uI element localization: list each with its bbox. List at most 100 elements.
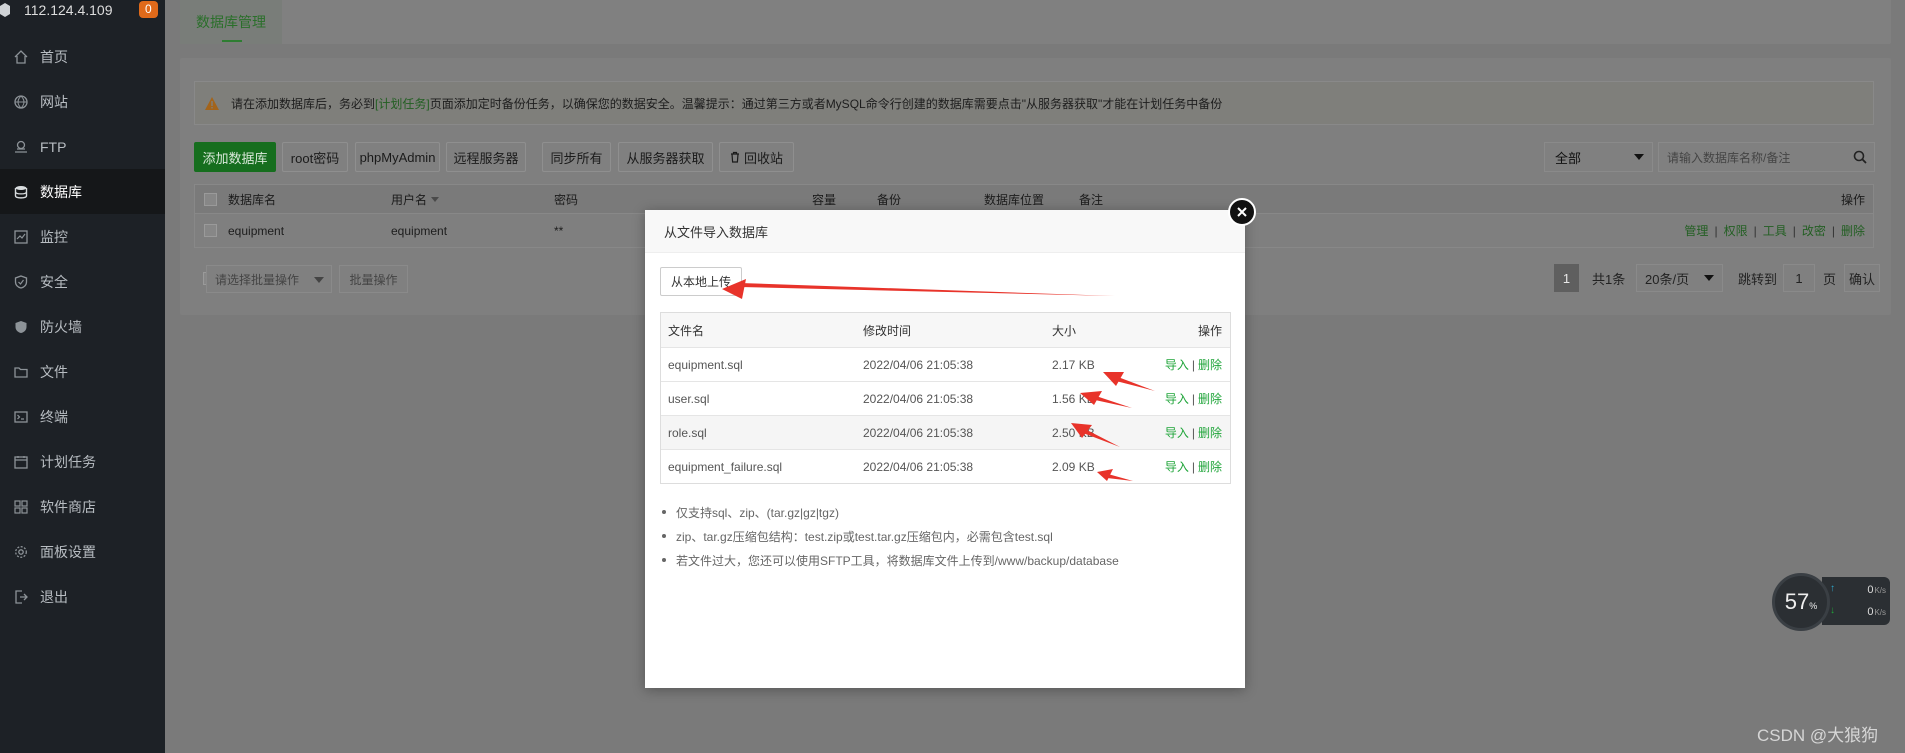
file-mtime-cell: 2022/04/06 21:05:38: [863, 459, 974, 474]
delete-file-link[interactable]: 删除: [1198, 458, 1222, 475]
import-link[interactable]: 导入: [1165, 424, 1189, 441]
delete-file-link[interactable]: 删除: [1198, 356, 1222, 373]
sidebar-item-monitor[interactable]: 监控: [0, 214, 165, 259]
tools-link[interactable]: 工具: [1763, 222, 1787, 239]
upload-local-button[interactable]: 从本地上传: [660, 267, 742, 296]
root-password-button[interactable]: root密码: [282, 142, 348, 172]
file-actions: 导入 | 删除: [1165, 416, 1222, 449]
batch-operation-button[interactable]: 批量操作: [339, 265, 408, 293]
sidebar-item-home[interactable]: 首页: [0, 34, 165, 79]
system-monitor-widget[interactable]: ↑ 0 K/s ↓ 0 K/s 57%: [1772, 573, 1890, 631]
col-ops: 操作: [1840, 192, 1865, 207]
manage-link[interactable]: 管理: [1684, 222, 1708, 239]
recycle-bin-label: 回收站: [743, 150, 783, 166]
database-icon: [14, 185, 28, 199]
sidebar-item-label: 安全: [40, 273, 68, 290]
fetch-from-server-button[interactable]: 从服务器获取: [618, 142, 713, 172]
row-checkbox[interactable]: [204, 224, 217, 237]
col-file-name: 文件名: [668, 323, 705, 338]
separator: |: [1191, 425, 1195, 440]
separator: |: [1191, 459, 1195, 474]
db-user-cell: equipment: [391, 223, 448, 238]
recycle-bin-button[interactable]: 回收站: [719, 142, 794, 172]
import-link[interactable]: 导入: [1165, 390, 1189, 407]
globe-icon: [14, 94, 28, 109]
network-speed: ↑ 0 K/s ↓ 0 K/s: [1822, 577, 1890, 625]
sidebar-item-logout[interactable]: 退出: [0, 574, 165, 619]
file-actions: 导入 | 删除: [1165, 382, 1222, 415]
upload-value: 0: [1867, 584, 1874, 596]
select-all-checkbox[interactable]: [204, 193, 217, 206]
file-mtime-cell: 2022/04/06 21:05:38: [863, 425, 974, 440]
change-password-link[interactable]: 改密: [1802, 222, 1826, 239]
cron-task-link[interactable]: [计划任务]: [375, 95, 430, 112]
chevron-down-icon: [314, 277, 324, 283]
sort-down-icon: [431, 196, 440, 202]
add-database-button[interactable]: 添加数据库: [194, 142, 276, 172]
app-root: 112.124.4.109 0 首页 网站 FTP 数据库 监控 安全 防火墙 …: [0, 0, 1905, 753]
db-name-cell: equipment: [228, 223, 285, 238]
separator: |: [1191, 391, 1195, 406]
file-mtime-cell: 2022/04/06 21:05:38: [863, 391, 974, 406]
import-tips: 仅支持sql、zip、(tar.gz|gz|tgz) zip、tar.gz压缩包…: [660, 500, 1119, 572]
file-size-cell: 2.17 KB: [1052, 357, 1095, 372]
file-name-cell: equipment.sql: [668, 357, 743, 372]
col-note: 备注: [1079, 192, 1104, 207]
backup-warning-alert: 请在添加数据库后，务必到 [计划任务] 页面添加定时备份任务，以确保您的数据安全…: [194, 81, 1874, 125]
phpmyadmin-button[interactable]: phpMyAdmin: [355, 142, 440, 172]
sidebar-item-security[interactable]: 安全: [0, 259, 165, 304]
import-link[interactable]: 导入: [1165, 458, 1189, 475]
close-icon: [1236, 206, 1248, 218]
total-count: 共1条: [1592, 271, 1626, 287]
jump-page-input[interactable]: 1: [1783, 264, 1815, 292]
sidebar-item-label: 终端: [40, 408, 68, 425]
sidebar-item-cron[interactable]: 计划任务: [0, 439, 165, 484]
sidebar-item-files[interactable]: 文件: [0, 349, 165, 394]
col-capacity: 容量: [812, 192, 837, 207]
sidebar-item-ftp[interactable]: FTP: [0, 124, 165, 169]
notification-badge[interactable]: 0: [139, 1, 158, 18]
sidebar: 112.124.4.109 0 首页 网站 FTP 数据库 监控 安全 防火墙 …: [0, 0, 165, 753]
table-row: user.sql 2022/04/06 21:05:38 1.56 KB 导入 |…: [661, 381, 1230, 415]
per-page-select[interactable]: 20条/页: [1636, 264, 1723, 292]
jump-confirm-button[interactable]: 确认: [1844, 264, 1880, 292]
delete-link[interactable]: 删除: [1841, 222, 1865, 239]
sidebar-item-firewall[interactable]: 防火墙: [0, 304, 165, 349]
sidebar-item-label: 首页: [40, 48, 68, 65]
sidebar-item-panel-settings[interactable]: 面板设置: [0, 529, 165, 574]
file-actions: 导入 | 删除: [1165, 348, 1222, 381]
import-database-modal: 从文件导入数据库 从本地上传 文件名 修改时间 大小 操作 equipment.…: [645, 210, 1245, 688]
database-search-input[interactable]: 请输入数据库名称/备注: [1658, 142, 1875, 172]
page-unit-label: 页: [1823, 271, 1837, 287]
delete-file-link[interactable]: 删除: [1198, 390, 1222, 407]
filter-select[interactable]: 全部: [1544, 142, 1653, 172]
search-icon[interactable]: [1853, 150, 1867, 164]
col-db-name[interactable]: 数据库名: [228, 185, 276, 213]
sidebar-item-label: 计划任务: [40, 453, 96, 470]
sidebar-item-database[interactable]: 数据库: [0, 169, 165, 214]
modal-close-button[interactable]: [1228, 198, 1256, 226]
sidebar-item-website[interactable]: 网站: [0, 79, 165, 124]
alert-text-after: 页面添加定时备份任务，以确保您的数据安全。温馨提示：通过第三方或者MySQL命令…: [429, 96, 1223, 111]
per-page-value: 20条/页: [1645, 271, 1690, 287]
col-size: 大小: [1052, 323, 1077, 338]
col-mtime: 修改时间: [863, 323, 912, 338]
import-link[interactable]: 导入: [1165, 356, 1189, 373]
page-current[interactable]: 1: [1554, 264, 1579, 292]
batch-operation-select[interactable]: 请选择批量操作: [206, 265, 332, 293]
sync-all-button[interactable]: 同步所有: [542, 142, 611, 172]
delete-file-link[interactable]: 删除: [1198, 424, 1222, 441]
col-username[interactable]: 用户名: [391, 185, 440, 213]
row-actions: 管理 | 权限 | 工具 | 改密 | 删除: [1684, 222, 1865, 239]
sidebar-item-label: 文件: [40, 363, 68, 380]
tab-database-management[interactable]: 数据库管理: [180, 0, 282, 44]
sidebar-item-label: 防火墙: [40, 318, 82, 335]
folder-icon: [14, 365, 28, 379]
db-password-cell[interactable]: **: [554, 214, 563, 247]
sidebar-item-app-store[interactable]: 软件商店: [0, 484, 165, 529]
sidebar-item-terminal[interactable]: 终端: [0, 394, 165, 439]
watermark: CSDN @大狼狗: [1757, 726, 1879, 745]
remote-server-button[interactable]: 远程服务器: [446, 142, 526, 172]
permission-link[interactable]: 权限: [1724, 222, 1748, 239]
gear-icon: [14, 545, 28, 559]
